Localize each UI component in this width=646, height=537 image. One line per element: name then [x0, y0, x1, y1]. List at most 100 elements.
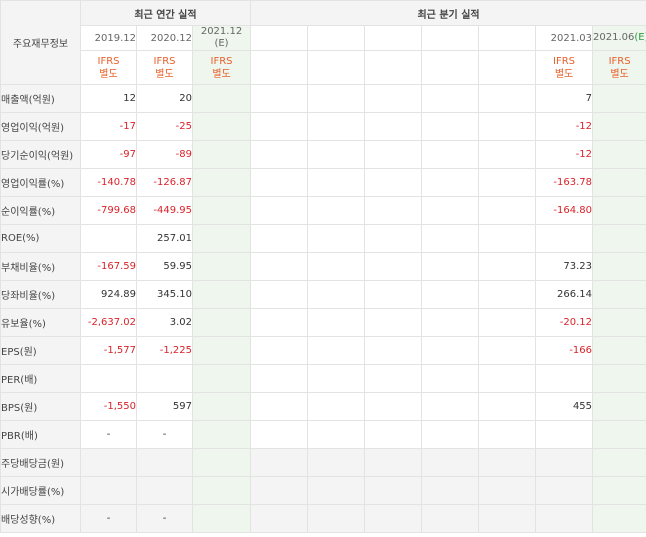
quarter-value-2021-06-estimate: [592, 168, 646, 197]
quarter-empty-cell: [421, 448, 480, 477]
quarter-date-empty: [364, 25, 423, 51]
quarter-empty-cell: [478, 112, 537, 141]
annual-value-2020: [136, 476, 193, 505]
quarter-empty-cell: [478, 336, 537, 365]
quarter-value-2021-03: 7: [535, 84, 594, 113]
quarter-date-2021-03: 2021.03: [535, 25, 594, 51]
quarter-empty-cell: [478, 476, 537, 505]
annual-value-2019: -167.59: [80, 252, 137, 281]
quarter-date-2021-06-estimate: 2021.06(E): [592, 25, 646, 51]
table-row: PER(배): [0, 364, 646, 393]
annual-value-2021-estimate: [191, 196, 252, 225]
annual-value-2019: 12: [80, 84, 137, 113]
quarter-date-2021-06-value: 2021.06: [593, 32, 635, 43]
quarter-empty-cell: [307, 476, 366, 505]
quarter-empty-cell: [250, 168, 309, 197]
quarter-value-2021-03: [535, 504, 594, 533]
annual-value-2021-estimate: [191, 308, 252, 337]
quarter-empty-cell: [307, 280, 366, 309]
quarter-value-2021-06-estimate: [592, 448, 646, 477]
quarter-empty-cell: [307, 196, 366, 225]
quarter-empty-cell: [250, 280, 309, 309]
annual-value-2021-estimate: [191, 112, 252, 141]
quarter-empty-cell: [421, 308, 480, 337]
annual-value-2020: -449.95: [136, 196, 193, 225]
quarter-value-2021-06-estimate: [592, 476, 646, 505]
quarter-value-2021-03: [535, 224, 594, 253]
annual-value-2019: -97: [80, 140, 137, 169]
quarter-empty-cell: [250, 448, 309, 477]
quarter-empty-cell: [307, 84, 366, 113]
annual-value-2019: [80, 364, 137, 393]
annual-value-2020: 345.10: [136, 280, 193, 309]
basis-sub-label: 별도: [155, 68, 174, 80]
quarter-empty-cell: [307, 224, 366, 253]
quarter-empty-cell: [421, 392, 480, 421]
annual-value-2021-estimate: [191, 392, 252, 421]
table-row: EPS(원) -1,577 -1,225 -166: [0, 336, 646, 365]
quarter-empty-cell: [421, 504, 480, 533]
annual-value-2021-estimate: [191, 280, 252, 309]
quarter-empty-cell: [250, 308, 309, 337]
table-row: 시가배당률(%): [0, 476, 646, 505]
table-row: PBR(배) - -: [0, 420, 646, 449]
quarter-value-2021-06-estimate: [592, 140, 646, 169]
quarter-empty-cell: [307, 140, 366, 169]
quarter-empty-cell: [364, 448, 423, 477]
quarter-empty-cell: [364, 84, 423, 113]
basis-sub-label: 별도: [610, 68, 629, 80]
table-row: 부채비율(%) -167.59 59.95 73.23: [0, 252, 646, 281]
quarter-value-2021-06-estimate: [592, 84, 646, 113]
quarter-empty-cell: [364, 308, 423, 337]
quarter-value-2021-06-estimate: [592, 420, 646, 449]
table-row: 영업이익률(%) -140.78 -126.87 -163.78: [0, 168, 646, 197]
annual-date-2021-value: 2021.12: [200, 26, 243, 38]
row-label: 당기순이익(억원): [0, 140, 81, 169]
row-label: 유보율(%): [0, 308, 81, 337]
quarter-value-2021-03: [535, 476, 594, 505]
quarter-empty-cell: [364, 476, 423, 505]
quarter-group-header: 최근 분기 실적: [250, 0, 646, 26]
quarter-empty-cell: [421, 140, 480, 169]
basis-sub-label: 별도: [554, 68, 574, 80]
table-row: BPS(원) -1,550 597 455: [0, 392, 646, 421]
quarter-empty-cell: [250, 252, 309, 281]
annual-value-2019: -: [80, 420, 137, 449]
table-row: ROE(%) 257.01: [0, 224, 646, 253]
quarter-empty-cell: [250, 476, 309, 505]
quarter-empty-cell: [307, 252, 366, 281]
row-label: 주당배당금(원): [0, 448, 81, 477]
annual-date-2019: 2019.12: [80, 25, 137, 51]
annual-value-2021-estimate: [191, 84, 252, 113]
quarter-empty-cell: [307, 168, 366, 197]
table-row: 당좌비율(%) 924.89 345.10 266.14: [0, 280, 646, 309]
quarter-value-2021-03: 455: [535, 392, 594, 421]
row-label: BPS(원): [0, 392, 81, 421]
quarter-empty-cell: [250, 504, 309, 533]
quarter-empty-cell: [478, 392, 537, 421]
quarter-value-2021-03: [535, 448, 594, 477]
annual-value-2019: -1,577: [80, 336, 137, 365]
annual-value-2021-estimate: [191, 140, 252, 169]
quarter-empty-cell: [364, 196, 423, 225]
quarter-empty-cell: [250, 224, 309, 253]
quarter-basis-empty: [364, 50, 423, 85]
annual-value-2020: -126.87: [136, 168, 193, 197]
annual-value-2019: -: [80, 504, 137, 533]
quarter-empty-cell: [250, 84, 309, 113]
quarter-value-2021-03: 266.14: [535, 280, 594, 309]
row-label: PER(배): [0, 364, 81, 393]
quarter-value-2021-03: 73.23: [535, 252, 594, 281]
quarter-basis-empty: [250, 50, 309, 85]
annual-value-2019: -1,550: [80, 392, 137, 421]
quarter-value-2021-03: -166: [535, 336, 594, 365]
quarter-empty-cell: [478, 224, 537, 253]
annual-value-2021-estimate: [191, 420, 252, 449]
row-label: 부채비율(%): [0, 252, 81, 281]
annual-value-2021-estimate: [191, 448, 252, 477]
annual-value-2020: -89: [136, 140, 193, 169]
quarter-value-2021-06-estimate: [592, 224, 646, 253]
quarter-empty-cell: [364, 364, 423, 393]
quarter-empty-cell: [364, 168, 423, 197]
table-row: 영업이익(억원) -17 -25 -12: [0, 112, 646, 141]
